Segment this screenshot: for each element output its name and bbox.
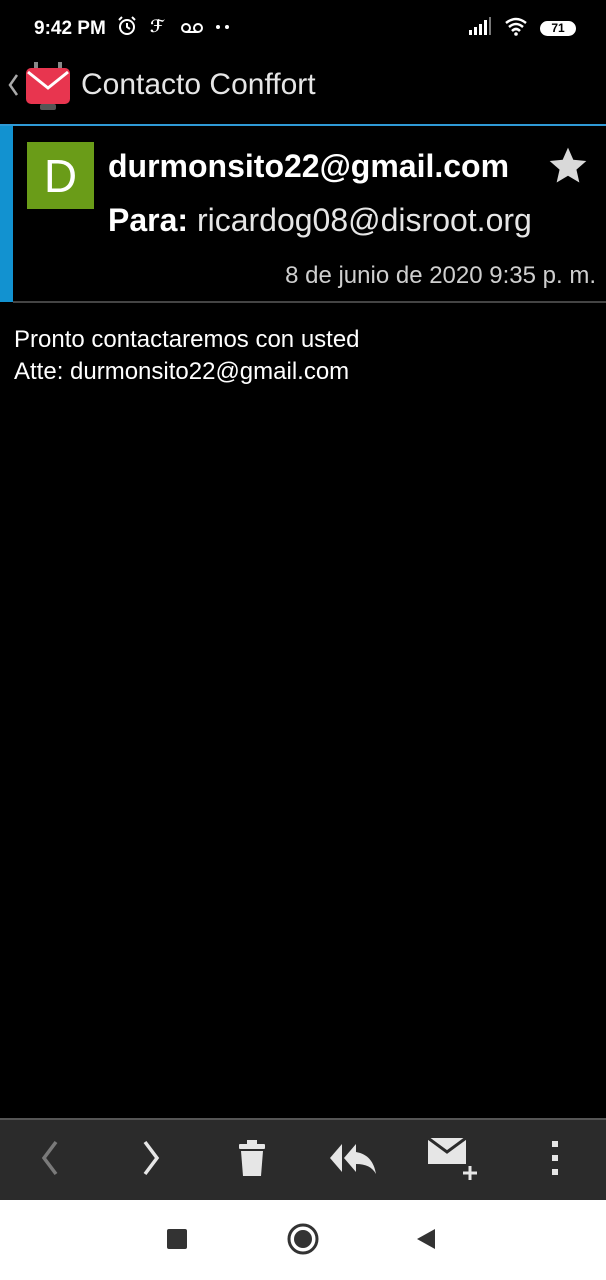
- delete-icon: [236, 1138, 268, 1183]
- voicemail-icon: [180, 15, 204, 42]
- next-message-button[interactable]: [111, 1120, 191, 1200]
- svg-text:ℱ: ℱ: [150, 17, 165, 37]
- status-bar: 9:42 PM ℱ 71: [0, 0, 606, 46]
- app-bar: Contacto Conffort: [0, 46, 606, 124]
- signal-icon: [468, 16, 492, 41]
- system-nav-bar: [0, 1200, 606, 1280]
- compose-button[interactable]: [414, 1120, 494, 1200]
- status-right-icons: 71: [468, 16, 576, 40]
- to-label: Para:: [108, 202, 189, 238]
- sender-email[interactable]: durmonsito22@gmail.com: [108, 148, 509, 185]
- header-divider: [13, 301, 606, 303]
- accent-bar: [0, 126, 13, 302]
- lastfm-icon: ℱ: [148, 15, 170, 42]
- recents-icon: [166, 1228, 188, 1255]
- chevron-left-icon[interactable]: [6, 70, 20, 105]
- battery-icon: 71: [540, 20, 576, 36]
- body-line: Atte: durmonsito22@gmail.com: [14, 358, 350, 385]
- status-time: 9:42 PM: [34, 18, 106, 39]
- compose-icon: [426, 1136, 482, 1185]
- status-left-icons: ℱ: [116, 15, 232, 42]
- recents-button[interactable]: [157, 1224, 197, 1258]
- overflow-menu-button[interactable]: [515, 1120, 595, 1200]
- previous-icon: [38, 1138, 62, 1183]
- app-title: Contacto Conffort: [81, 68, 316, 101]
- message-toolbar: [0, 1118, 606, 1200]
- overflow-menu-icon: [549, 1138, 561, 1183]
- back-button[interactable]: [406, 1224, 446, 1258]
- delete-button[interactable]: [212, 1120, 292, 1200]
- home-button[interactable]: [283, 1222, 323, 1261]
- more-dots-icon: [214, 15, 232, 42]
- recipient-email[interactable]: ricardog08@disroot.org: [197, 202, 532, 238]
- previous-message-button[interactable]: [10, 1120, 90, 1200]
- next-icon: [139, 1138, 163, 1183]
- message-body: Pronto contactaremos con usted Atte: dur…: [14, 324, 360, 388]
- avatar[interactable]: D: [27, 142, 94, 209]
- k9-mail-logo-icon[interactable]: [24, 60, 72, 117]
- message-date: 8 de junio de 2020 9:35 p. m.: [285, 262, 596, 289]
- reply-all-icon: [328, 1140, 378, 1181]
- home-icon: [286, 1222, 320, 1261]
- star-icon[interactable]: [546, 144, 590, 193]
- wifi-icon: [504, 16, 528, 41]
- recipient-line: Para: ricardog08@disroot.org: [108, 202, 532, 239]
- body-line: Pronto contactaremos con usted: [14, 326, 360, 353]
- back-icon: [415, 1227, 437, 1256]
- reply-all-button[interactable]: [313, 1120, 393, 1200]
- alarm-icon: [116, 15, 138, 42]
- message-header: D durmonsito22@gmail.com Para: ricardog0…: [0, 124, 606, 303]
